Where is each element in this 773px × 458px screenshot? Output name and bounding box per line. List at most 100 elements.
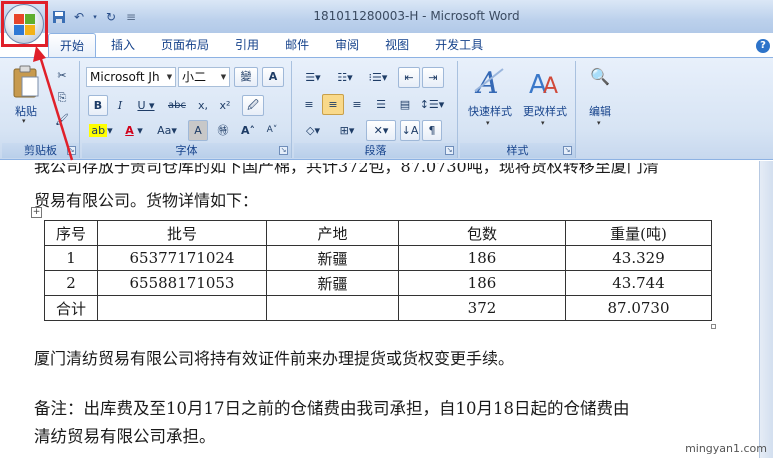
bullets-icon[interactable]: ☰▾ bbox=[298, 67, 328, 88]
font-color-icon[interactable]: A ▾ bbox=[120, 120, 148, 141]
subscript-icon[interactable]: x, bbox=[194, 95, 212, 116]
table-cell: 65377171024 bbox=[97, 245, 267, 271]
show-marks-icon[interactable]: ¶ bbox=[422, 120, 442, 141]
save-icon[interactable] bbox=[52, 10, 66, 24]
customize-icon[interactable]: ≡ bbox=[124, 10, 138, 24]
title-bar: 181011280003-H - Microsoft Word ↶ ▾ ↻ ≡ bbox=[0, 0, 773, 33]
paragraph-note-line2: 清纺贸易有限公司承担。 bbox=[34, 427, 216, 446]
chevron-down-icon: ▾ bbox=[541, 119, 545, 127]
grow-font-icon[interactable]: A˄ bbox=[238, 120, 258, 141]
bold-icon[interactable]: B bbox=[88, 95, 108, 116]
table-header-row: 序号 批号 产地 包数 重量(吨) bbox=[44, 220, 712, 246]
undo-icon[interactable]: ↶ bbox=[72, 10, 86, 24]
watermark: mingyan1.com bbox=[685, 442, 767, 455]
line-spacing-icon[interactable]: ↕☰▾ bbox=[418, 94, 446, 115]
paragraph-intro-line2: 贸易有限公司。货物详情如下： bbox=[34, 191, 259, 210]
paragraph-group: ☰▾ ☷▾ ⁝☰▾ ⇤ ⇥ ≡ ≡ ≡ ☰ ▤ ↕☰▾ ◇▾ ⊞▾ ✕▾ ↓A … bbox=[294, 61, 458, 158]
increase-indent-icon[interactable]: ⇥ bbox=[422, 67, 444, 88]
numbering-icon[interactable]: ☷▾ bbox=[330, 67, 360, 88]
tab-view[interactable]: 视图 bbox=[374, 33, 420, 57]
change-styles-button[interactable]: A A 更改样式 ▾ bbox=[518, 65, 572, 135]
tab-page-layout[interactable]: 页面布局 bbox=[150, 33, 220, 57]
align-left-icon[interactable]: ≡ bbox=[298, 94, 320, 115]
character-shading-icon[interactable]: A bbox=[188, 120, 208, 141]
undo-dropdown-icon[interactable]: ▾ bbox=[92, 10, 98, 24]
chinese-layout-icon[interactable]: ✕▾ bbox=[366, 120, 396, 141]
table-resize-handle[interactable] bbox=[711, 324, 716, 329]
table-cell: 43.329 bbox=[565, 245, 712, 271]
tab-developer[interactable]: 开发工具 bbox=[424, 33, 494, 57]
copy-icon[interactable]: ⎘ bbox=[52, 87, 72, 108]
font-name-combo[interactable]: Microsoft Jh ▼ bbox=[86, 67, 176, 87]
table-move-handle-icon[interactable]: + bbox=[31, 207, 42, 218]
format-painter-icon[interactable]: 🖌 bbox=[52, 109, 72, 130]
change-styles-icon: A A bbox=[529, 70, 558, 97]
italic-icon[interactable]: I bbox=[111, 95, 129, 116]
align-right-icon[interactable]: ≡ bbox=[346, 94, 368, 115]
quick-styles-icon: A bbox=[474, 66, 504, 97]
table-header-cell: 重量(吨) bbox=[565, 220, 712, 246]
tab-mailings[interactable]: 邮件 bbox=[274, 33, 320, 57]
tab-home[interactable]: 开始 bbox=[48, 33, 97, 57]
paragraph-pickup: 厦门清纺贸易有限公司将持有效证件前来办理提货或货权变更手续。 bbox=[34, 349, 515, 368]
table-row: 1 65377171024 新疆 186 43.329 bbox=[44, 245, 712, 271]
sort-icon[interactable]: ↓A bbox=[400, 120, 420, 141]
enclose-characters-icon[interactable]: ㊕ bbox=[212, 120, 234, 141]
table-header-cell: 包数 bbox=[398, 220, 566, 246]
table-header-cell: 序号 bbox=[44, 220, 98, 246]
styles-group-label: 样式 bbox=[460, 143, 575, 158]
strikethrough-icon[interactable]: abc bbox=[164, 95, 190, 116]
change-case-icon[interactable]: Aa▾ bbox=[152, 120, 182, 141]
chevron-down-icon: ▼ bbox=[166, 73, 173, 81]
tab-insert[interactable]: 插入 bbox=[100, 33, 146, 57]
underline-icon[interactable]: U ▾ bbox=[134, 95, 158, 116]
tab-references[interactable]: 引用 bbox=[224, 33, 270, 57]
justify-icon[interactable]: ☰ bbox=[370, 94, 392, 115]
phonetic-guide-button[interactable]: 變 bbox=[234, 67, 258, 87]
clipboard-launcher-icon[interactable]: ↘ bbox=[67, 146, 76, 155]
font-size-combo[interactable]: 小二 ▼ bbox=[178, 67, 230, 87]
table-cell: 65588171053 bbox=[97, 270, 267, 296]
paste-label: 粘贴 bbox=[15, 105, 37, 118]
styles-group: A 快速样式 ▾ A A 更改样式 ▾ 样式 ↘ bbox=[460, 61, 576, 158]
cut-icon[interactable]: ✂ bbox=[52, 65, 72, 86]
quick-styles-button[interactable]: A 快速样式 ▾ bbox=[464, 65, 516, 135]
tab-review[interactable]: 审阅 bbox=[324, 33, 370, 57]
table-header-cell: 批号 bbox=[97, 220, 267, 246]
quick-styles-label: 快速样式 bbox=[468, 105, 512, 118]
table-row: 2 65588171053 新疆 186 43.744 bbox=[44, 270, 712, 296]
font-group-label: 字体 bbox=[82, 143, 291, 158]
highlight-color-icon[interactable]: ab ▾ bbox=[86, 120, 116, 141]
chevron-down-icon: ▼ bbox=[220, 73, 227, 81]
ribbon-tabs: 开始 插入 页面布局 引用 邮件 审阅 视图 开发工具 bbox=[48, 33, 498, 57]
decrease-indent-icon[interactable]: ⇤ bbox=[398, 67, 420, 88]
borders-icon[interactable]: ⊞▾ bbox=[332, 120, 362, 141]
clear-formatting-icon[interactable]: 🖉 bbox=[242, 95, 264, 116]
quick-access-toolbar: ↶ ▾ ↻ ≡ bbox=[52, 9, 138, 25]
styles-launcher-icon[interactable]: ↘ bbox=[563, 146, 572, 155]
table-cell: 2 bbox=[44, 270, 98, 296]
paragraph-group-label: 段落 bbox=[294, 143, 457, 158]
distributed-icon[interactable]: ▤ bbox=[394, 94, 416, 115]
paste-button[interactable]: 粘贴 ▾ bbox=[8, 65, 44, 125]
font-launcher-icon[interactable]: ↘ bbox=[279, 146, 288, 155]
editing-group: 🔍 编辑 ▾ bbox=[578, 61, 622, 158]
table-cell: 合计 bbox=[44, 295, 98, 321]
redo-icon[interactable]: ↻ bbox=[104, 10, 118, 24]
superscript-icon[interactable]: x² bbox=[216, 95, 234, 116]
shading-icon[interactable]: ◇▾ bbox=[298, 120, 328, 141]
multilevel-list-icon[interactable]: ⁝☰▾ bbox=[362, 67, 394, 88]
chevron-down-icon: ▾ bbox=[486, 119, 490, 127]
editing-button[interactable]: 🔍 编辑 ▾ bbox=[582, 65, 618, 135]
shrink-font-icon[interactable]: A˅ bbox=[262, 120, 282, 141]
character-border-button[interactable]: A bbox=[262, 67, 284, 87]
table-cell: 新疆 bbox=[266, 245, 399, 271]
paste-icon bbox=[13, 65, 39, 98]
chevron-down-icon: ▾ bbox=[597, 119, 601, 127]
align-center-icon[interactable]: ≡ bbox=[322, 94, 344, 115]
table-cell bbox=[97, 295, 267, 321]
font-size-value: 小二 bbox=[182, 70, 207, 84]
help-icon[interactable]: ? bbox=[756, 39, 770, 53]
vertical-scrollbar[interactable] bbox=[759, 161, 773, 458]
paragraph-launcher-icon[interactable]: ↘ bbox=[445, 146, 454, 155]
